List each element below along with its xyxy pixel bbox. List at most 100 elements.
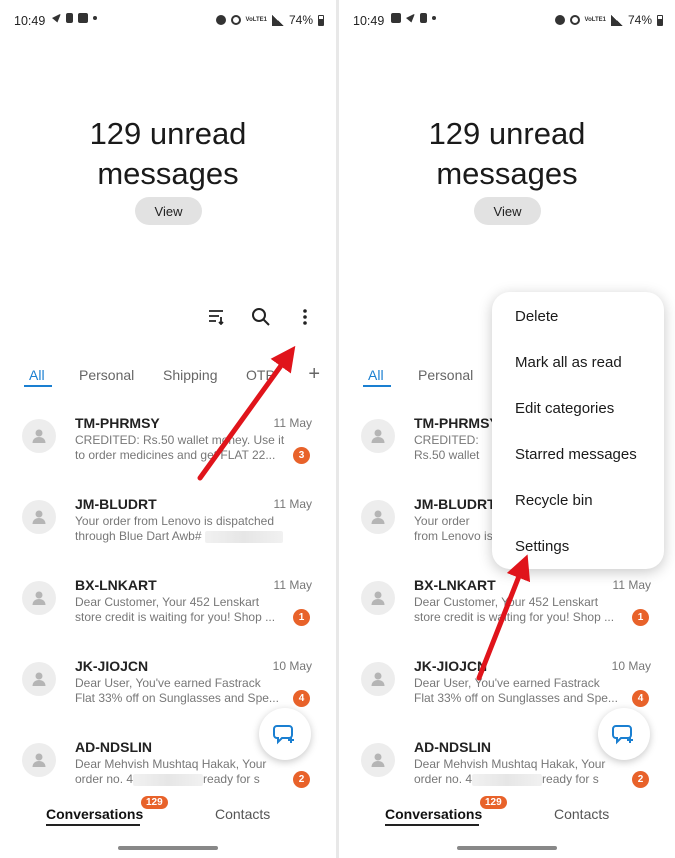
screen-left: 10:49 VoLTE1 74% 129 unread messages Vie… xyxy=(0,0,336,858)
message-date: 11 May xyxy=(273,578,312,592)
menu-item-starred-messages[interactable]: Starred messages xyxy=(515,446,637,463)
system-icons: VoLTE1 74% xyxy=(554,13,663,27)
compose-button[interactable] xyxy=(598,708,650,760)
tab-all[interactable]: All xyxy=(29,367,45,383)
grid-icon xyxy=(78,13,88,23)
person-icon xyxy=(22,500,56,534)
overflow-menu: Delete Mark all as read Edit categories … xyxy=(492,292,664,569)
nav-contacts[interactable]: Contacts xyxy=(554,806,609,822)
search-icon[interactable] xyxy=(250,306,272,328)
unread-badge: 4 xyxy=(632,690,649,707)
nav-active-indicator xyxy=(385,824,479,826)
status-bar: 10:49 VoLTE1 74% xyxy=(339,0,675,40)
sender-name: TM-PHRMSY xyxy=(75,415,160,431)
toolbar xyxy=(206,306,316,328)
conversation-item[interactable]: JM-BLUDRT 11 May Your order from Lenovo … xyxy=(0,489,336,570)
notification-icons xyxy=(391,13,436,23)
message-date: 10 May xyxy=(272,659,312,673)
conversation-item[interactable]: BX-LNKART 11 May Dear Customer, Your 452… xyxy=(339,570,675,651)
sender-name: JM-BLUDRT xyxy=(414,496,496,512)
tab-active-indicator xyxy=(363,385,391,387)
nav-active-indicator xyxy=(46,824,140,826)
conversations-badge: 129 xyxy=(141,796,168,809)
status-time: 10:49 xyxy=(14,14,46,28)
alert-icon xyxy=(66,13,73,23)
system-icons: VoLTE1 74% xyxy=(215,13,324,27)
message-preview: CREDITED: Rs.50 wallet money. Use it to … xyxy=(75,433,285,462)
menu-item-edit-categories[interactable]: Edit categories xyxy=(515,400,614,417)
message-preview: Dear Customer, Your 452 Lenskart store c… xyxy=(75,595,276,624)
unread-badge: 2 xyxy=(632,771,649,788)
sender-name: AD-NDSLIN xyxy=(414,739,491,755)
sender-name: TM-PHRMSY xyxy=(414,415,499,431)
hotspot-icon xyxy=(230,15,241,25)
hotspot-icon xyxy=(569,15,580,25)
unread-badge: 3 xyxy=(293,447,310,464)
category-tabs: All Personal Shipping OTP + xyxy=(0,363,336,389)
screen-right: 10:49 VoLTE1 74% 129 unread messages Vie… xyxy=(339,0,675,858)
message-date: 11 May xyxy=(273,416,312,430)
home-indicator[interactable] xyxy=(457,846,557,850)
message-preview: CREDITED: Rs.50 wallet money. Use it to … xyxy=(414,433,480,462)
tab-active-indicator xyxy=(24,385,52,387)
nav-conversations[interactable]: Conversations xyxy=(46,806,143,822)
redacted-text xyxy=(204,530,283,543)
unread-badge: 4 xyxy=(293,690,310,707)
alarm-icon xyxy=(215,15,226,25)
tab-shipping[interactable]: Shipping xyxy=(163,367,218,383)
redacted-text xyxy=(133,773,204,786)
battery-percent: 74% xyxy=(627,13,652,27)
person-icon xyxy=(22,581,56,615)
menu-item-delete[interactable]: Delete xyxy=(515,308,558,325)
notification-icons xyxy=(52,13,97,23)
sender-name: JM-BLUDRT xyxy=(75,496,157,512)
person-icon xyxy=(22,419,56,453)
volte-icon: VoLTE1 xyxy=(584,17,606,23)
conversation-item[interactable]: BX-LNKART 11 May Dear Customer, Your 452… xyxy=(0,570,336,651)
person-icon xyxy=(361,500,395,534)
filter-icon[interactable] xyxy=(206,306,228,328)
tab-personal[interactable]: Personal xyxy=(79,367,134,383)
unread-count-title: 129 unread messages xyxy=(89,116,247,191)
message-preview: Your order from Lenovo is dispatched thr… xyxy=(414,514,493,543)
tab-all[interactable]: All xyxy=(368,367,384,383)
battery-icon xyxy=(318,14,324,26)
tab-otp[interactable]: OTP xyxy=(246,367,275,383)
person-icon xyxy=(361,419,395,453)
unread-badge: 2 xyxy=(293,771,310,788)
home-indicator[interactable] xyxy=(118,846,218,850)
person-icon xyxy=(361,662,395,696)
message-date: 11 May xyxy=(612,578,651,592)
signal-icon xyxy=(271,14,284,26)
tab-personal[interactable]: Personal xyxy=(418,367,473,383)
message-preview: Dear Mehvish Mushtaq Hakak, Your order n… xyxy=(414,757,606,786)
message-preview: Dear User, You've earned Fastrack Flat 3… xyxy=(414,676,618,705)
status-time: 10:49 xyxy=(353,14,385,28)
bottom-nav: Conversations 129 Contacts xyxy=(0,790,336,840)
conversations-badge: 129 xyxy=(480,796,507,809)
unread-count-title: 129 unread messages xyxy=(428,116,586,191)
person-icon xyxy=(22,662,56,696)
view-unread-button[interactable]: View xyxy=(474,197,541,225)
menu-item-settings[interactable]: Settings xyxy=(515,538,569,555)
message-date: 11 May xyxy=(273,497,312,511)
sender-name: JK-JIOJCN xyxy=(414,658,488,674)
person-icon xyxy=(361,743,395,777)
plus-icon[interactable]: + xyxy=(308,363,320,386)
alarm-icon xyxy=(554,15,565,25)
nav-conversations[interactable]: Conversations xyxy=(385,806,482,822)
nav-contacts[interactable]: Contacts xyxy=(215,806,270,822)
compose-button[interactable] xyxy=(259,708,311,760)
conversation-item[interactable]: TM-PHRMSY 11 May CREDITED: Rs.50 wallet … xyxy=(0,408,336,489)
more-vertical-icon[interactable] xyxy=(294,306,316,328)
unread-badge: 1 xyxy=(632,609,649,626)
view-unread-button[interactable]: View xyxy=(135,197,202,225)
menu-item-mark-all-read[interactable]: Mark all as read xyxy=(515,354,622,371)
more-notifications-icon xyxy=(432,16,436,20)
sender-name: BX-LNKART xyxy=(75,577,157,593)
message-date: 10 May xyxy=(611,659,651,673)
menu-item-recycle-bin[interactable]: Recycle bin xyxy=(515,492,593,509)
alert-icon xyxy=(420,13,427,23)
message-preview: Dear User, You've earned Fastrack Flat 3… xyxy=(75,676,279,705)
more-notifications-icon xyxy=(93,16,97,20)
